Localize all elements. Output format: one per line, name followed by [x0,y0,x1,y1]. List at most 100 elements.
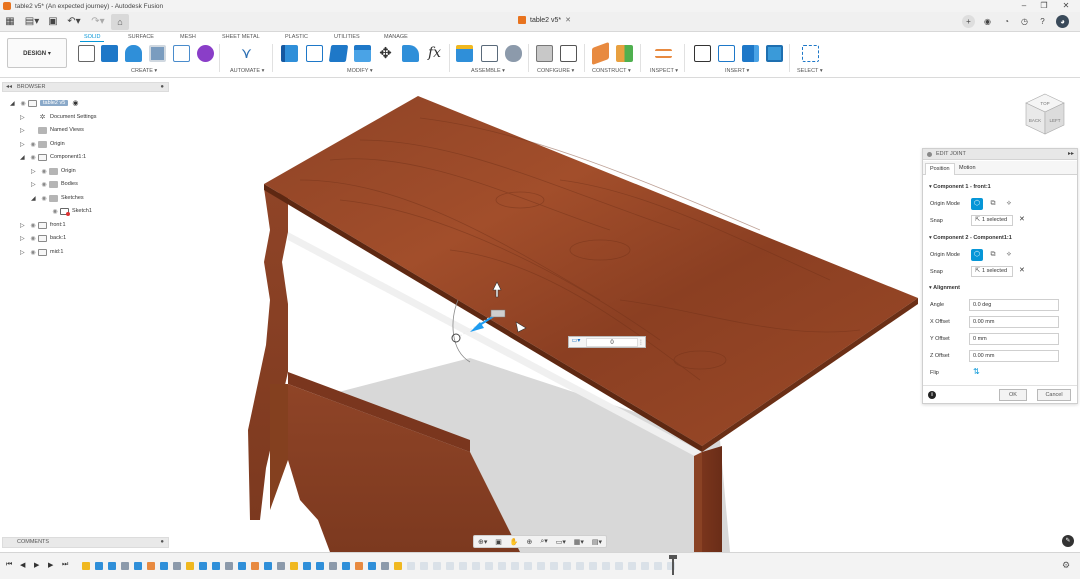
timeline-feature-icon[interactable] [355,562,363,570]
tree-item-origin[interactable]: ▷ ◉ Origin [20,139,65,149]
home-icon[interactable]: ⌂ [111,14,129,30]
grid-settings-icon[interactable]: ▦▾ [574,538,584,546]
group-create[interactable]: CREATE ▾ [131,68,157,74]
tab-surface[interactable]: SURFACE [128,34,154,40]
timeline-feature-icon[interactable] [394,562,402,570]
collapse-triangle-icon[interactable]: ◢ [10,100,18,107]
timeline-feature-icon[interactable] [342,562,350,570]
timeline-feature-icon[interactable] [212,562,220,570]
display-settings-icon[interactable]: ▭▾ [556,538,566,546]
collapse-triangle-icon[interactable]: ◢ [20,154,28,161]
timeline-feature-icon[interactable] [485,562,493,570]
tab-sheet-metal[interactable]: SHEET METAL [222,34,260,40]
help-icon[interactable]: ? [1036,15,1049,28]
joint-icon[interactable] [481,45,498,62]
notifications-icon[interactable]: ◷ [1018,15,1031,28]
snap-selection-1[interactable]: ⇱ 1 selected [971,215,1013,226]
configuration-table-icon[interactable] [560,45,577,62]
tree-item-named-views[interactable]: ▷ Named Views [20,125,84,135]
press-pull-icon[interactable] [281,45,298,62]
as-built-joint-icon[interactable] [505,45,522,62]
timeline-feature-icon[interactable] [160,562,168,570]
group-insert[interactable]: INSERT ▾ [725,68,749,74]
expand-triangle-icon[interactable]: ▷ [20,222,28,229]
timeline-feature-icon[interactable] [550,562,558,570]
user-avatar[interactable]: ◕ [1056,15,1069,28]
close-window-icon[interactable]: ✕ [1056,1,1076,11]
more-options-icon[interactable]: ⋮ [638,339,644,346]
z-offset-field[interactable]: 0.00 mm [969,350,1059,362]
timeline-feature-icon[interactable] [459,562,467,570]
two-edge-intersection-icon[interactable]: ⟡ [1003,249,1015,261]
timeline-feature-icon[interactable] [589,562,597,570]
extensions-icon[interactable]: ◉ [981,15,994,28]
timeline-feature-icon[interactable] [641,562,649,570]
timeline-feature-icon[interactable] [303,562,311,570]
timeline-feature-icon[interactable] [537,562,545,570]
timeline-feature-icon[interactable] [576,562,584,570]
tree-item-component1-origin[interactable]: ▷ ◉ Origin [31,166,76,176]
expand-triangle-icon[interactable]: ▷ [20,114,28,121]
group-modify[interactable]: MODIFY ▾ [347,68,373,74]
tree-item-document-settings[interactable]: ▷ ✲ Document Settings [20,112,96,122]
viewcube[interactable]: TOP BACK LEFT [1022,92,1068,138]
comments-panel[interactable]: COMMENTS ● [2,537,169,548]
fit-icon[interactable]: ⌕▾ [540,537,547,546]
shell-icon[interactable] [328,45,349,62]
between-two-faces-icon[interactable]: ⧉ [987,198,999,210]
timeline-feature-icon[interactable] [368,562,376,570]
timeline-feature-icon[interactable] [251,562,259,570]
form-icon[interactable] [197,45,214,62]
timeline-feature-icon[interactable] [186,562,194,570]
timeline-feature-icon[interactable] [108,562,116,570]
tab-motion[interactable]: Motion [955,163,980,175]
eye-icon[interactable]: ◉ [28,141,38,148]
undo-icon[interactable]: ↶▾ [64,15,84,29]
app-grid-icon[interactable]: ▦ [4,15,16,29]
y-offset-field[interactable]: 0 mm [969,333,1059,345]
collapse-browser-icon[interactable]: ◂◂ [6,83,12,91]
timeline-feature-icon[interactable] [316,562,324,570]
extrude-icon[interactable] [101,45,118,62]
timeline-feature-icon[interactable] [654,562,662,570]
timeline-feature-icon[interactable] [511,562,519,570]
timeline-feature-icon[interactable] [173,562,181,570]
timeline-feature-icon[interactable] [420,562,428,570]
timeline-feature-icon[interactable] [602,562,610,570]
timeline-feature-icon[interactable] [433,562,441,570]
viewports-icon[interactable]: ▤▾ [592,538,602,546]
group-select[interactable]: SELECT ▾ [797,68,823,74]
timeline-feature-icon[interactable] [407,562,415,570]
group-construct[interactable]: CONSTRUCT ▾ [592,68,631,74]
group-assemble[interactable]: ASSEMBLE ▾ [471,68,505,74]
tab-plastic[interactable]: PLASTIC [285,34,308,40]
tree-item-component1[interactable]: ◢ ◉ Component1:1 [20,152,86,162]
automate-icon[interactable]: ⋎ [238,45,255,62]
two-edge-intersection-icon[interactable]: ⟡ [1003,198,1015,210]
right-leg-panel[interactable] [702,446,722,552]
alignment-section[interactable]: ▾ Alignment [929,285,960,291]
tree-item-bodies[interactable]: ▷ ◉ Bodies [31,179,78,189]
close-tab-icon[interactable]: ✕ [565,16,571,24]
pan-icon[interactable]: ✋ [510,538,519,546]
timeline-feature-icon[interactable] [563,562,571,570]
pattern-icon[interactable] [173,45,190,62]
redo-icon[interactable]: ↷▾ [88,15,108,29]
timeline-play-icon[interactable]: ▶ [34,561,39,569]
timeline-feature-icon[interactable] [82,562,90,570]
expand-triangle-icon[interactable]: ▷ [31,181,39,188]
measure-icon[interactable] [655,49,672,58]
timeline-feature-icon[interactable] [121,562,129,570]
flip-icon[interactable]: ⇅ [973,367,980,376]
tab-utilities[interactable]: UTILITIES [334,34,360,40]
eye-icon[interactable]: ◉ [39,168,49,175]
component1-section[interactable]: ▾ Component 1 - front:1 [929,184,991,190]
insert-derive-icon[interactable] [694,45,711,62]
tab-mesh[interactable]: MESH [180,34,196,40]
insert-mesh-icon[interactable] [742,45,759,62]
group-configure[interactable]: CONFIGURE ▾ [537,68,574,74]
between-two-faces-icon[interactable]: ⧉ [987,249,999,261]
ok-button[interactable]: OK [999,389,1027,401]
timeline-feature-icon[interactable] [264,562,272,570]
simple-origin-icon[interactable]: ⬡ [971,198,983,210]
